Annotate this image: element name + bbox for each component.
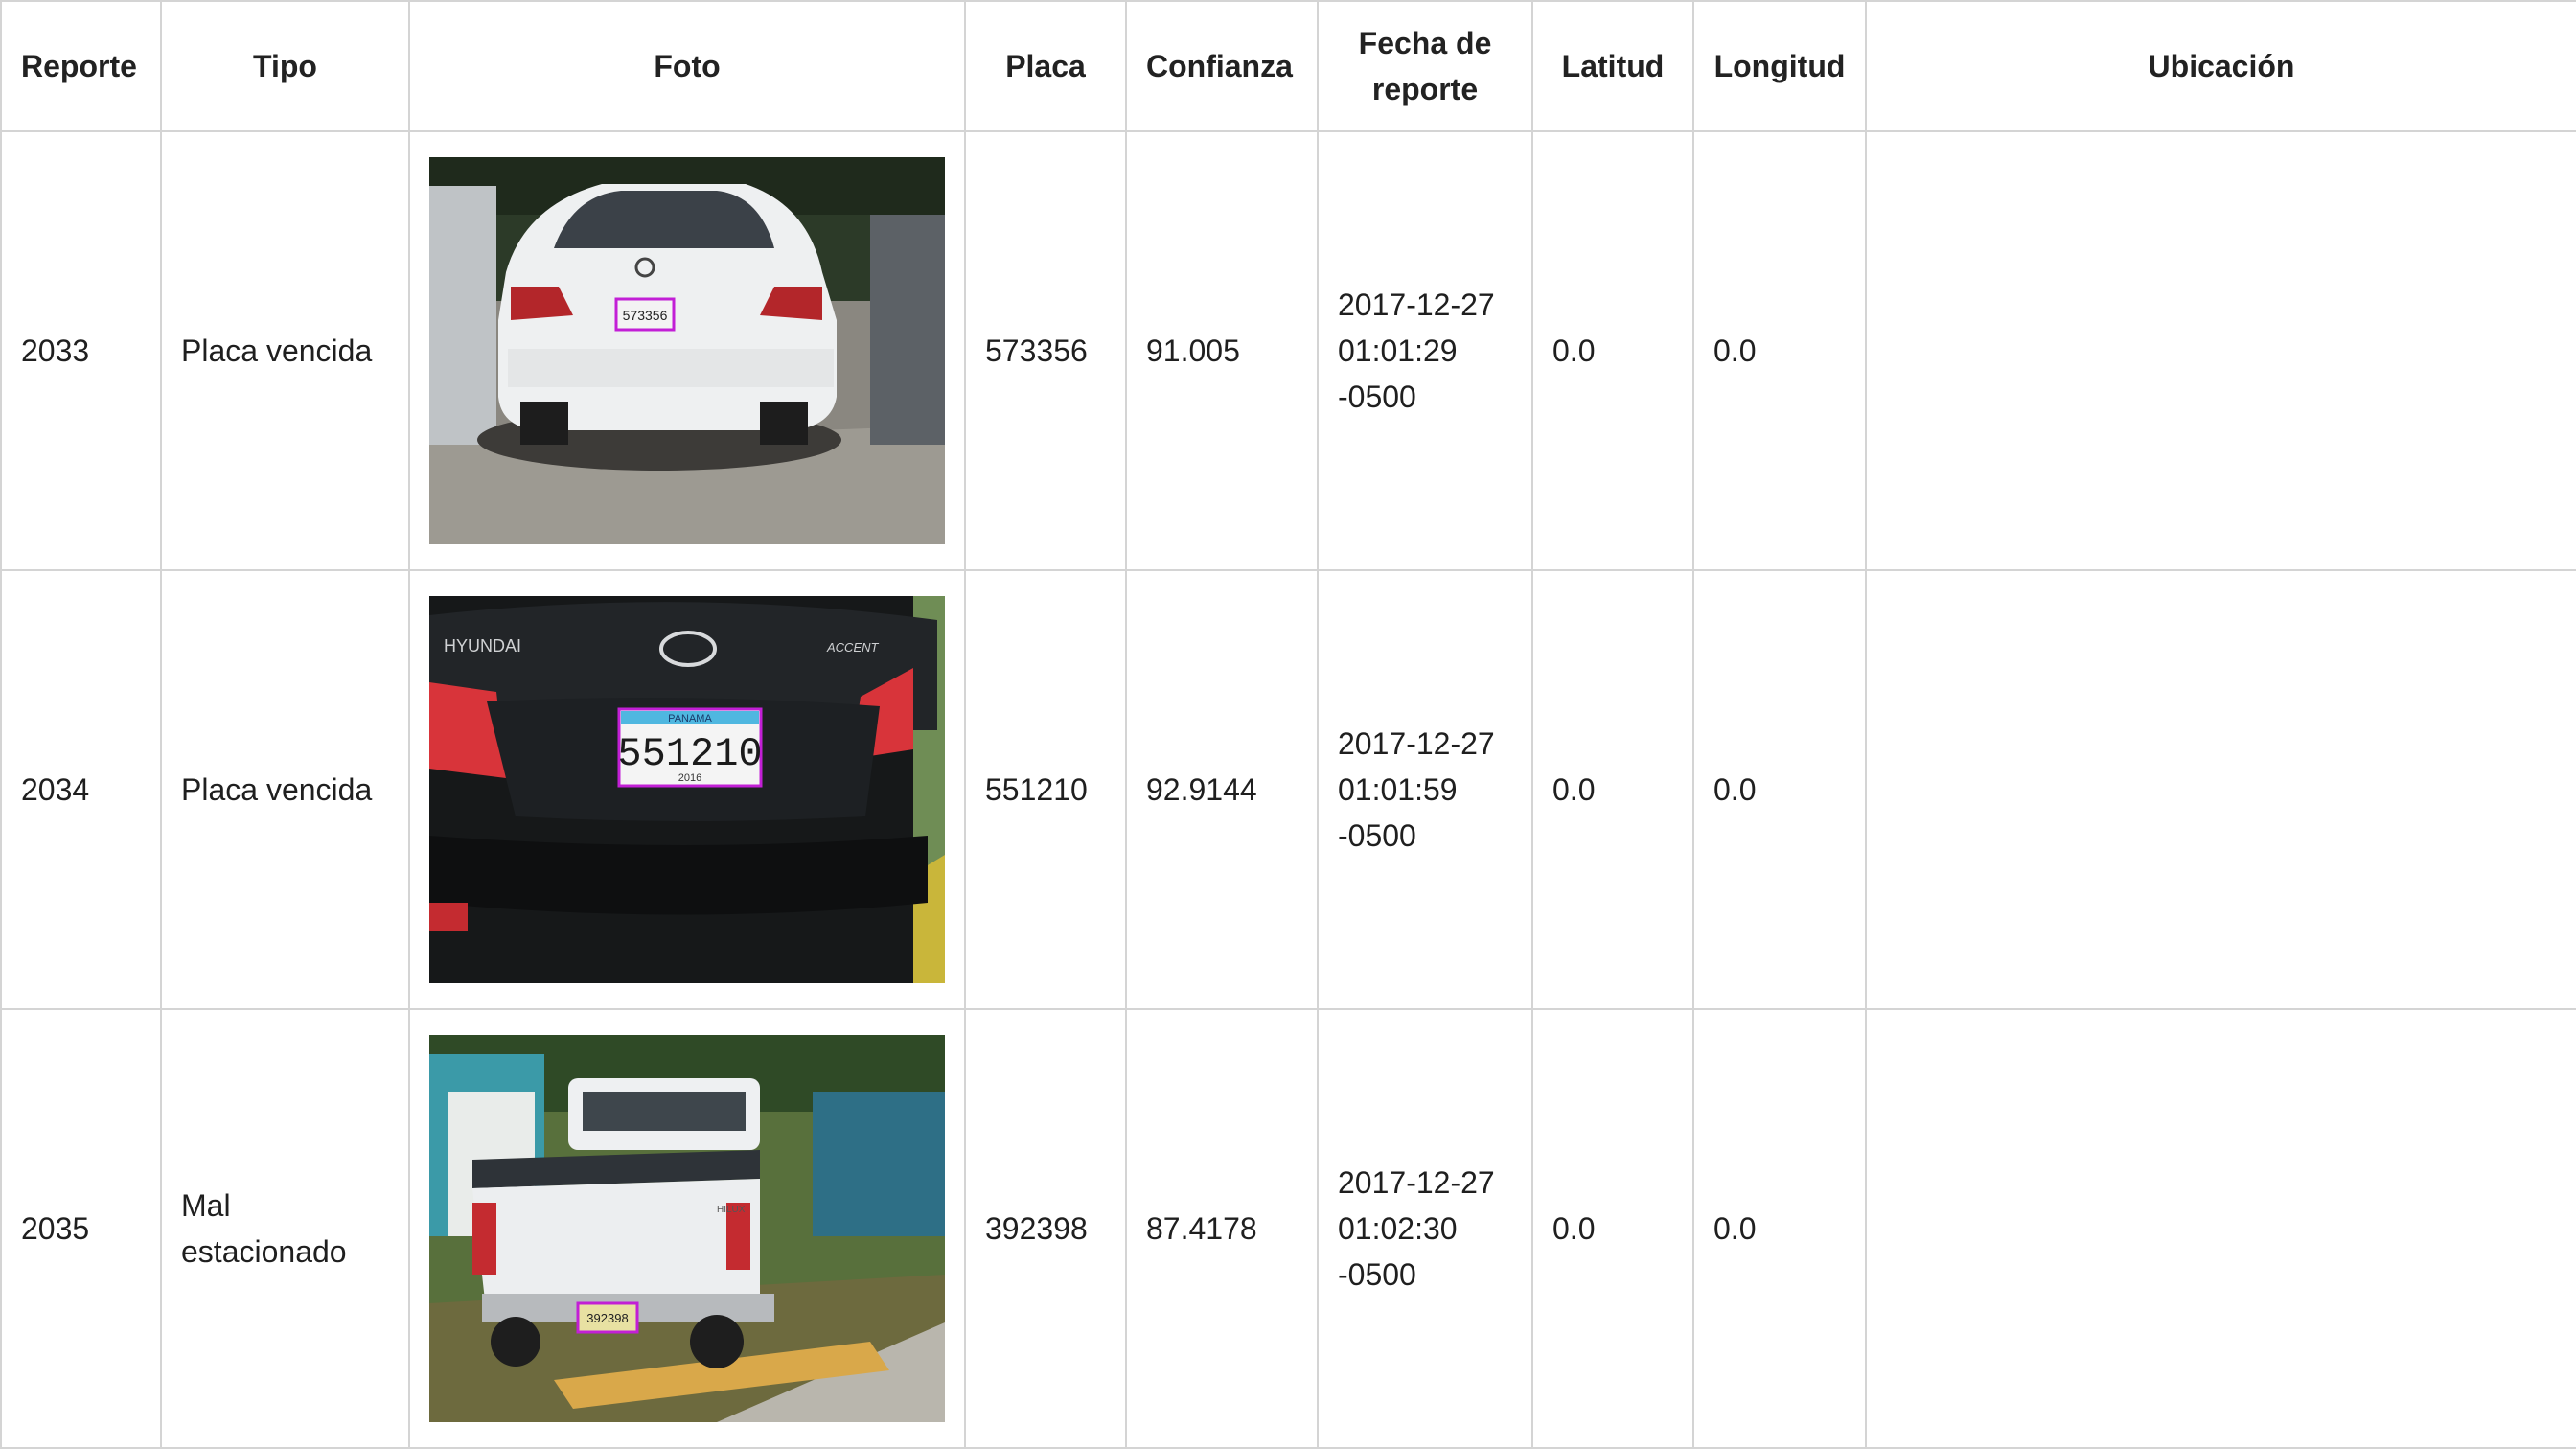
header-fecha: Fecha de reporte xyxy=(1317,0,1533,132)
fecha-offset: -0500 xyxy=(1338,380,1416,414)
table-row: 2035 Mal estacionado 392398 HILUX 392398… xyxy=(0,1008,2576,1449)
table-row: 2033 Placa vencida 573356 573356 91.005 … xyxy=(0,130,2576,571)
fecha-offset: -0500 xyxy=(1338,818,1416,853)
cell-fecha: 2017-12-27 01:02:30 -0500 xyxy=(1317,1008,1533,1449)
cell-fecha: 2017-12-27 01:01:59 -0500 xyxy=(1317,569,1533,1010)
cell-latitud: 0.0 xyxy=(1531,1008,1694,1449)
cell-foto: 392398 HILUX xyxy=(408,1008,966,1449)
plate-number-1: 573356 xyxy=(623,308,668,323)
fecha-date: 2017-12-27 xyxy=(1338,288,1495,322)
tipo-line2: estacionado xyxy=(181,1234,347,1269)
header-tipo: Tipo xyxy=(160,0,410,132)
header-confianza: Confianza xyxy=(1125,0,1319,132)
cell-tipo: Placa vencida xyxy=(160,130,410,571)
cell-placa: 573356 xyxy=(964,130,1127,571)
car-photo-black-sedan[interactable]: HYUNDAI ACCENT PANAMA 551210 2016 xyxy=(429,596,945,983)
cell-fecha: 2017-12-27 01:01:29 -0500 xyxy=(1317,130,1533,571)
table-header: Reporte Tipo Foto Placa Confianza Fecha … xyxy=(0,0,2576,132)
cell-placa: 551210 xyxy=(964,569,1127,1010)
fecha-offset: -0500 xyxy=(1338,1257,1416,1292)
header-foto: Foto xyxy=(408,0,966,132)
table-body: 2033 Placa vencida 573356 573356 91.005 … xyxy=(0,130,2576,1449)
header-longitud: Longitud xyxy=(1692,0,1867,132)
header-reporte: Reporte xyxy=(0,0,162,132)
cell-tipo: Placa vencida xyxy=(160,569,410,1010)
tipo-line1: Mal xyxy=(181,1188,231,1223)
cell-confianza: 92.9144 xyxy=(1125,569,1319,1010)
truck-model-label: HILUX xyxy=(717,1205,746,1215)
header-row: Reporte Tipo Foto Placa Confianza Fecha … xyxy=(0,0,2576,132)
cell-ubicacion xyxy=(1865,130,2576,571)
fecha-time: 01:01:29 xyxy=(1338,334,1458,368)
cell-tipo: Mal estacionado xyxy=(160,1008,410,1449)
plate-number-3: 392398 xyxy=(586,1311,628,1325)
reports-table: Reporte Tipo Foto Placa Confianza Fecha … xyxy=(0,0,2576,1449)
header-fecha-line1: Fecha de xyxy=(1358,26,1492,60)
cell-confianza: 91.005 xyxy=(1125,130,1319,571)
cell-foto: 573356 xyxy=(408,130,966,571)
fecha-time: 01:02:30 xyxy=(1338,1211,1458,1246)
cell-reporte: 2033 xyxy=(0,130,162,571)
cell-latitud: 0.0 xyxy=(1531,569,1694,1010)
car-model-label: ACCENT xyxy=(826,640,880,655)
cell-ubicacion xyxy=(1865,569,2576,1010)
fecha-time: 01:01:59 xyxy=(1338,772,1458,807)
cell-reporte: 2035 xyxy=(0,1008,162,1449)
header-latitud: Latitud xyxy=(1531,0,1694,132)
plate-header-label: PANAMA xyxy=(668,713,712,724)
table-row: 2034 Placa vencida HYUNDAI ACCENT PANAMA… xyxy=(0,569,2576,1010)
car-photo-white-sedan[interactable]: 573356 xyxy=(429,157,945,544)
cell-placa: 392398 xyxy=(964,1008,1127,1449)
header-ubicacion: Ubicación xyxy=(1865,0,2576,132)
cell-ubicacion xyxy=(1865,1008,2576,1449)
fecha-date: 2017-12-27 xyxy=(1338,1165,1495,1200)
header-fecha-line2: reporte xyxy=(1371,72,1479,106)
cell-longitud: 0.0 xyxy=(1692,1008,1867,1449)
fecha-date: 2017-12-27 xyxy=(1338,726,1495,761)
cell-longitud: 0.0 xyxy=(1692,130,1867,571)
plate-year-label: 2016 xyxy=(678,772,702,784)
cell-confianza: 87.4178 xyxy=(1125,1008,1319,1449)
cell-longitud: 0.0 xyxy=(1692,569,1867,1010)
cell-latitud: 0.0 xyxy=(1531,130,1694,571)
header-placa: Placa xyxy=(964,0,1127,132)
car-brand-label: HYUNDAI xyxy=(444,636,521,656)
car-photo-white-pickup[interactable]: 392398 HILUX xyxy=(429,1035,945,1422)
cell-foto: HYUNDAI ACCENT PANAMA 551210 2016 xyxy=(408,569,966,1010)
plate-number-2: 551210 xyxy=(617,731,762,777)
cell-reporte: 2034 xyxy=(0,569,162,1010)
